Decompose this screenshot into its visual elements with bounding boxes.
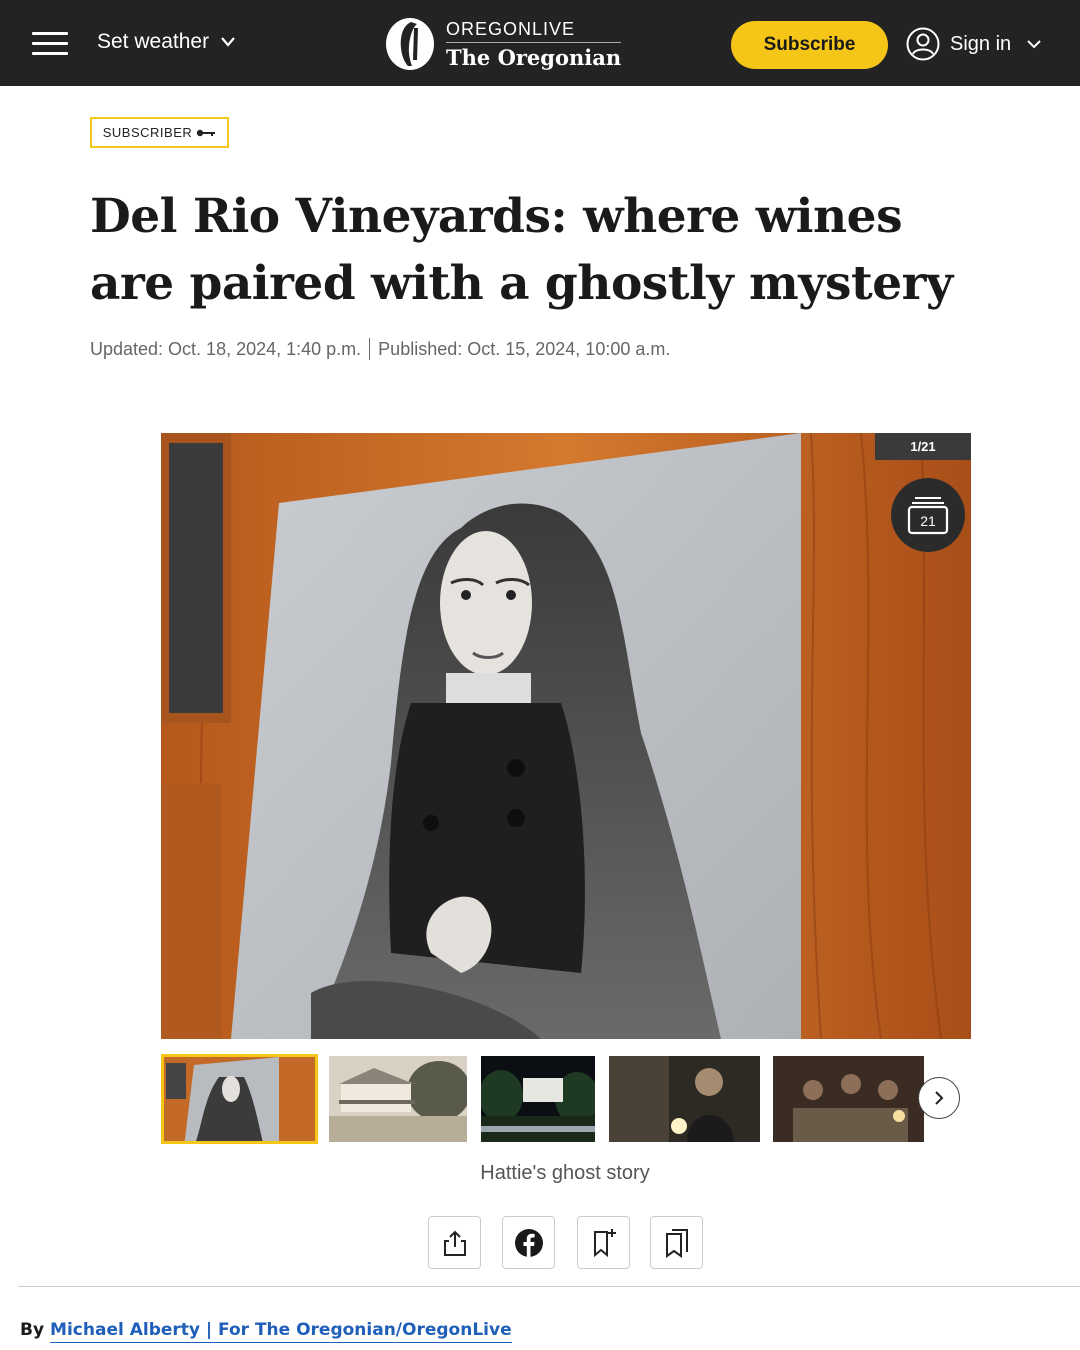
gallery-caption: Hattie's ghost story — [480, 1162, 650, 1184]
share-button[interactable] — [428, 1216, 481, 1269]
set-weather-button[interactable]: Set weather — [97, 30, 237, 54]
logo-oregonian-text: The Oregonian — [446, 44, 622, 70]
thumbnail-portrait[interactable] — [161, 1054, 318, 1144]
user-icon — [906, 27, 940, 61]
chevron-down-icon — [1027, 40, 1041, 49]
thumbnail-portrait-image — [164, 1057, 315, 1141]
thumbnail-man-with-lantern[interactable] — [609, 1056, 760, 1142]
chevron-down-icon — [221, 37, 235, 47]
author-link[interactable]: Michael Alberty | For The Oregonian/Oreg… — [50, 1320, 512, 1343]
thumbnail-farmhouse-image — [329, 1056, 467, 1142]
logo-oregonlive-text: OREGONLIVE — [446, 19, 622, 43]
gallery-stack-icon: 21 — [907, 497, 949, 535]
thumbnail-house-at-night[interactable] — [481, 1056, 595, 1142]
subscribe-button[interactable]: Subscribe — [731, 21, 888, 69]
facebook-share-button[interactable] — [502, 1216, 555, 1269]
bookmarks-icon — [665, 1228, 688, 1258]
oregonian-logo-icon — [386, 18, 434, 70]
sign-in-button[interactable]: Sign in — [906, 27, 1043, 61]
gallery-stack-count: 21 — [920, 513, 936, 529]
bookmark-add-icon — [593, 1228, 616, 1257]
photo-counter: 1/21 — [875, 433, 971, 460]
thumbnail-group-at-table-image — [773, 1056, 924, 1142]
date-separator — [369, 338, 371, 360]
saved-articles-button[interactable] — [650, 1216, 703, 1269]
thumbnail-house-at-night-image — [481, 1056, 595, 1142]
gallery-thumbnail-strip — [161, 1054, 961, 1144]
top-navigation-bar: Set weather OREGONLIVE The Oregonian Sub… — [0, 0, 1080, 86]
gallery-stack-button[interactable]: 21 — [891, 478, 965, 552]
published-date: Published: Oct. 15, 2024, 10:00 a.m. — [378, 338, 671, 359]
gallery-next-button[interactable] — [918, 1077, 960, 1119]
gallery-main-photo[interactable]: 1/21 21 — [161, 433, 971, 1039]
article-byline: By Michael Alberty | For The Oregonian/O… — [20, 1320, 512, 1343]
save-article-button[interactable] — [577, 1216, 630, 1269]
facebook-icon — [514, 1228, 543, 1257]
thumbnail-group-at-table[interactable] — [773, 1056, 924, 1142]
chevron-right-icon — [935, 1091, 944, 1105]
article-headline: Del Rio Vineyards: where wines are paire… — [90, 189, 953, 311]
sign-in-label: Sign in — [950, 32, 1012, 55]
site-logo[interactable]: OREGONLIVE The Oregonian — [384, 16, 622, 72]
byline-prefix: By — [20, 1320, 45, 1340]
subscriber-badge-label: SUBSCRIBER — [102, 125, 193, 140]
thumbnail-man-with-lantern-image — [609, 1056, 760, 1142]
thumbnail-farmhouse[interactable] — [329, 1056, 467, 1142]
portrait-photo-image — [161, 433, 971, 1039]
key-icon — [197, 129, 216, 136]
menu-icon[interactable] — [32, 32, 68, 56]
section-divider — [18, 1286, 1080, 1287]
share-icon — [443, 1230, 466, 1256]
updated-date: Updated: Oct. 18, 2024, 1:40 p.m. — [90, 338, 362, 359]
subscriber-badge: SUBSCRIBER — [90, 117, 229, 148]
set-weather-label: Set weather — [97, 30, 210, 53]
article-dates: Updated: Oct. 18, 2024, 1:40 p.m. Publis… — [90, 338, 670, 360]
